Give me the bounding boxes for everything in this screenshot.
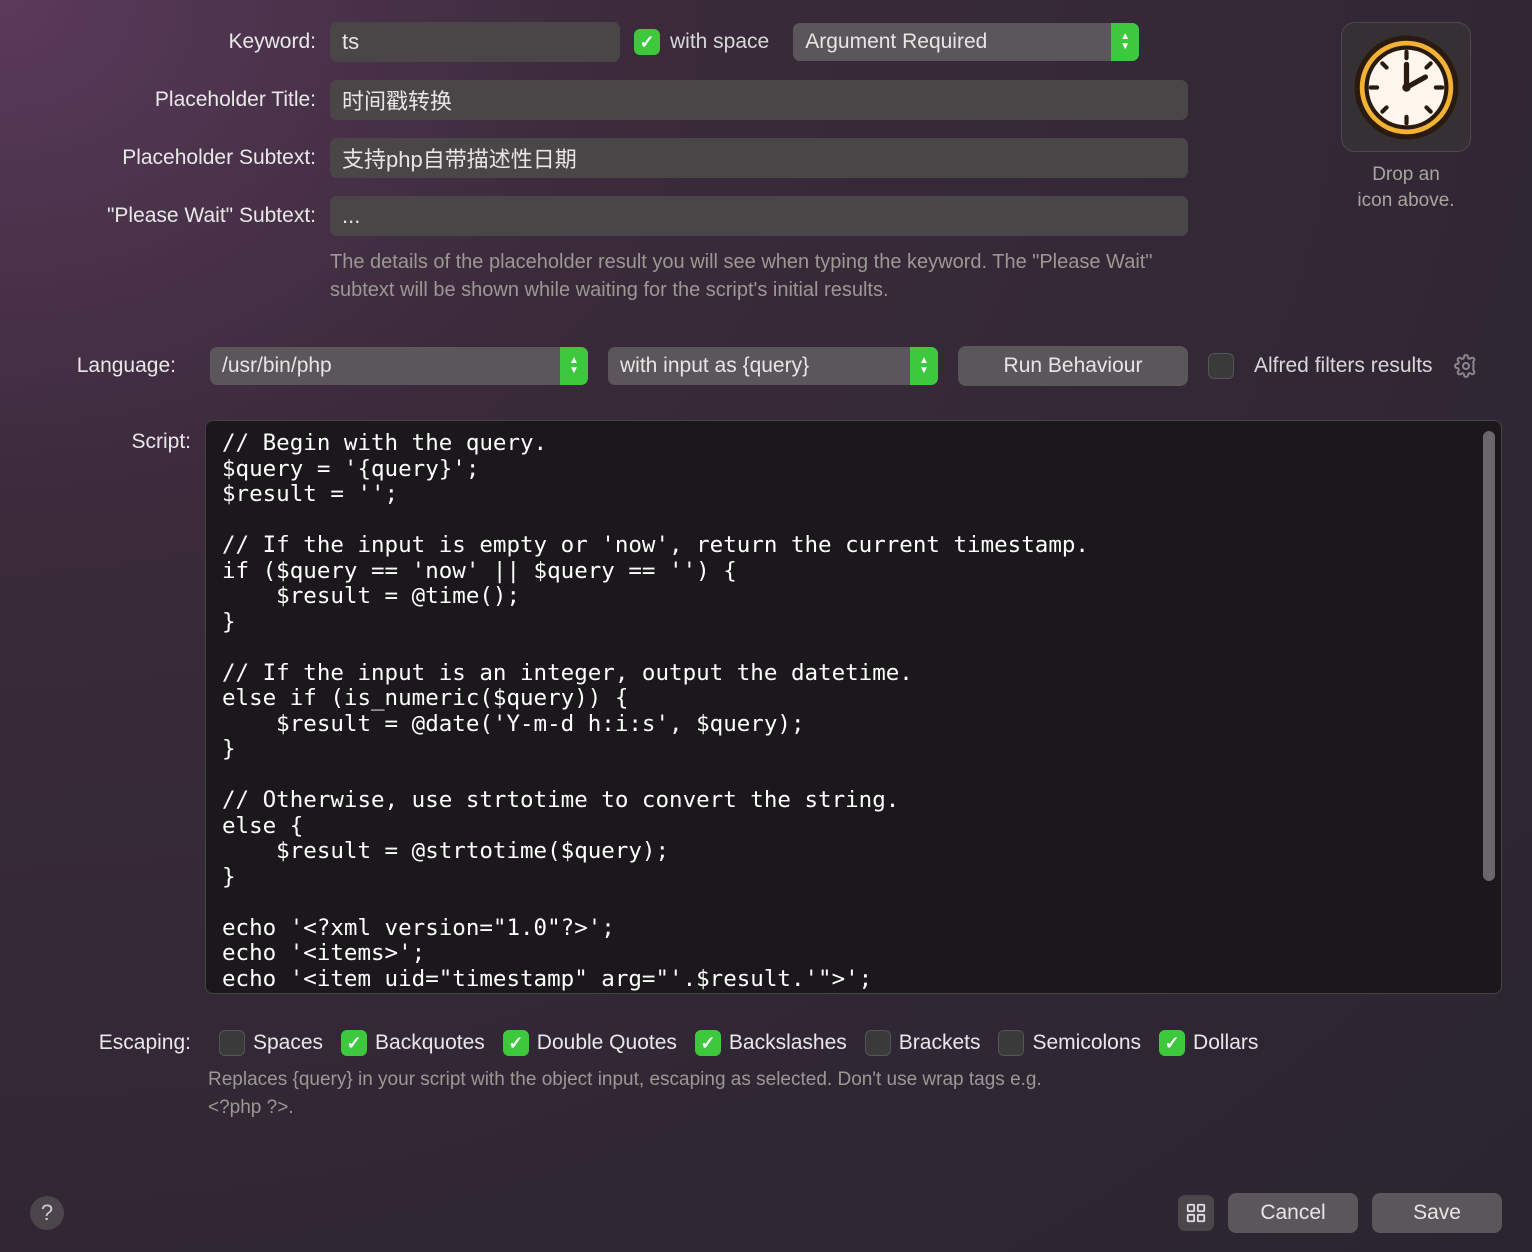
run-behaviour-button[interactable]: Run Behaviour bbox=[958, 346, 1188, 386]
argument-mode-select[interactable]: Argument Required ▲▼ bbox=[793, 23, 1139, 61]
input-mode-value: with input as {query} bbox=[620, 354, 809, 378]
input-mode-select[interactable]: with input as {query} ▲▼ bbox=[608, 347, 938, 385]
escaping-option-label: Dollars bbox=[1193, 1031, 1258, 1055]
escaping-help-text: Replaces {query} in your script with the… bbox=[208, 1066, 1058, 1122]
escaping-brackets-checkbox[interactable] bbox=[865, 1030, 891, 1056]
placeholder-subtext-label: Placeholder Subtext: bbox=[30, 146, 330, 170]
escaping-double-quotes-checkbox[interactable] bbox=[503, 1030, 529, 1056]
chevron-updown-icon: ▲▼ bbox=[1111, 23, 1139, 61]
escaping-option-label: Semicolons bbox=[1032, 1031, 1141, 1055]
placeholder-help-text: The details of the placeholder result yo… bbox=[330, 248, 1180, 304]
with-space-checkbox[interactable] bbox=[634, 29, 660, 55]
escaping-spaces-checkbox[interactable] bbox=[219, 1030, 245, 1056]
escaping-backquotes-checkbox[interactable] bbox=[341, 1030, 367, 1056]
cancel-button[interactable]: Cancel bbox=[1228, 1193, 1358, 1233]
icon-well-caption-2: icon above. bbox=[1316, 188, 1496, 214]
alfred-filters-checkbox[interactable] bbox=[1208, 353, 1234, 379]
escaping-backslashes-checkbox[interactable] bbox=[695, 1030, 721, 1056]
script-content: // Begin with the query. $query = '{quer… bbox=[206, 421, 1501, 993]
placeholder-subtext-input[interactable] bbox=[330, 138, 1188, 178]
grid-icon[interactable] bbox=[1178, 1195, 1214, 1231]
please-wait-label: "Please Wait" Subtext: bbox=[30, 204, 330, 228]
keyword-input[interactable] bbox=[330, 22, 620, 62]
icon-drop-well[interactable] bbox=[1341, 22, 1471, 152]
language-select[interactable]: /usr/bin/php ▲▼ bbox=[210, 347, 588, 385]
language-label: Language: bbox=[30, 354, 190, 378]
chevron-updown-icon: ▲▼ bbox=[910, 347, 938, 385]
alfred-filters-label: Alfred filters results bbox=[1254, 354, 1433, 378]
with-space-label: with space bbox=[670, 30, 769, 54]
please-wait-input[interactable] bbox=[330, 196, 1188, 236]
escaping-option-label: Spaces bbox=[253, 1031, 323, 1055]
escaping-option-label: Backquotes bbox=[375, 1031, 485, 1055]
escaping-option-label: Double Quotes bbox=[537, 1031, 677, 1055]
placeholder-title-label: Placeholder Title: bbox=[30, 88, 330, 112]
script-label: Script: bbox=[30, 420, 205, 454]
chevron-updown-icon: ▲▼ bbox=[560, 347, 588, 385]
escaping-dollars-checkbox[interactable] bbox=[1159, 1030, 1185, 1056]
escaping-option-label: Backslashes bbox=[729, 1031, 847, 1055]
clock-icon bbox=[1354, 35, 1459, 140]
escaping-option-label: Brackets bbox=[899, 1031, 981, 1055]
gear-icon[interactable] bbox=[1453, 353, 1479, 379]
language-value: /usr/bin/php bbox=[222, 354, 332, 378]
icon-well-caption-1: Drop an bbox=[1316, 162, 1496, 188]
help-button[interactable]: ? bbox=[30, 1196, 64, 1230]
escaping-semicolons-checkbox[interactable] bbox=[998, 1030, 1024, 1056]
save-button[interactable]: Save bbox=[1372, 1193, 1502, 1233]
scrollbar[interactable] bbox=[1483, 431, 1495, 881]
keyword-label: Keyword: bbox=[30, 30, 330, 54]
placeholder-title-input[interactable] bbox=[330, 80, 1188, 120]
escaping-label: Escaping: bbox=[30, 1031, 205, 1055]
script-editor[interactable]: // Begin with the query. $query = '{quer… bbox=[205, 420, 1502, 994]
argument-mode-value: Argument Required bbox=[805, 30, 987, 54]
